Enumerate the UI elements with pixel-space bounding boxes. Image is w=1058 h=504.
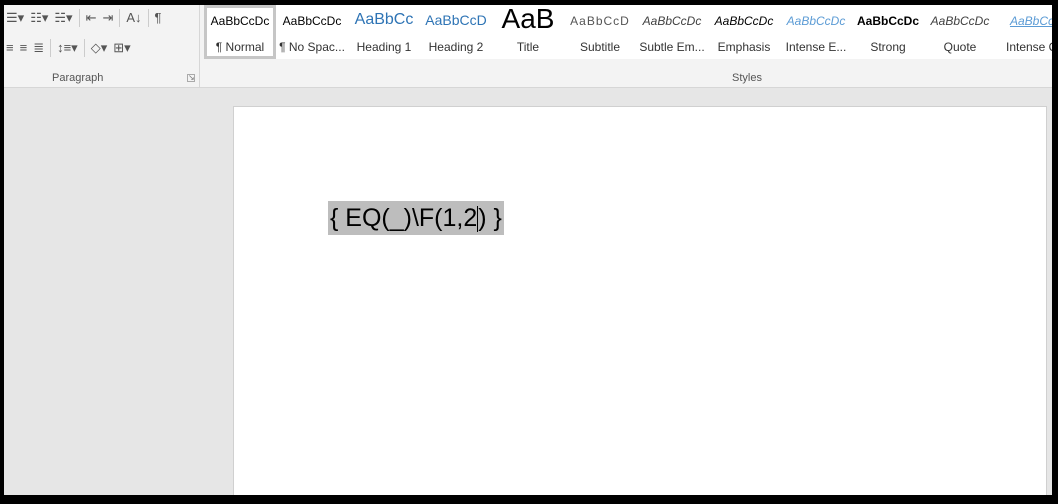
styles-group-label: Styles [732, 72, 762, 84]
style-no-spac[interactable]: AaBbCcDc ¶ No Spac... [276, 5, 348, 59]
style-preview: AaBbCc [1009, 14, 1052, 28]
field-code-text: { EQ(_)\F(1,2 [330, 204, 478, 232]
style-preview: AaBbCcDc [714, 14, 774, 28]
style-heading-2[interactable]: AaBbCcD Heading 2 [420, 5, 492, 59]
styles-gallery: AaBbCcDc ¶ Normal AaBbCcDc ¶ No Spac... AaBb… [204, 5, 1052, 59]
style-label: Strong [870, 40, 906, 54]
style-normal[interactable]: AaBbCcDc ¶ Normal [204, 5, 276, 59]
paragraph-group-label: Paragraph [52, 72, 104, 84]
justify-icon[interactable]: ≣ [33, 41, 44, 55]
style-preview: AaBbCcDc [642, 14, 702, 28]
increase-indent-icon[interactable]: ⇥ [102, 11, 113, 25]
style-emphasis[interactable]: AaBbCcDc Emphasis [708, 5, 780, 59]
style-label: ¶ No Spac... [279, 40, 345, 54]
word-window: ☰▾ ☷▾ ☵▾ ⇤ ⇥ A↓ ¶ ≡ ≡ ≣ ↕≡▾ ◇▾ ⊞▾ Paragr… [4, 5, 1052, 495]
style-heading-1[interactable]: AaBbCc Heading 1 [348, 5, 420, 59]
decrease-indent-icon[interactable]: ⇤ [86, 11, 97, 25]
align-center-icon[interactable]: ≡ [6, 41, 14, 55]
style-preview: AaBbCcD [425, 12, 487, 28]
style-label: Emphasis [717, 40, 771, 54]
style-preview: AaBbCcDc [282, 14, 342, 28]
document-page[interactable]: { EQ(_)\F(1,2) } [233, 106, 1047, 495]
numbering-icon[interactable]: ☷▾ [30, 11, 48, 25]
style-label: Intense Q [1005, 40, 1052, 54]
show-formatting-icon[interactable]: ¶ [155, 11, 162, 25]
style-preview: AaBbCcDc [930, 14, 990, 28]
line-spacing-icon[interactable]: ↕≡▾ [57, 41, 78, 55]
field-code-text-end: ) } [478, 204, 502, 232]
paragraph-group: ☰▾ ☷▾ ☵▾ ⇤ ⇥ A↓ ¶ ≡ ≡ ≣ ↕≡▾ ◇▾ ⊞▾ Paragr… [4, 5, 200, 88]
bullets-icon[interactable]: ☰▾ [6, 11, 24, 25]
divider [83, 39, 85, 57]
divider [119, 9, 121, 27]
style-preview: AaB [501, 5, 555, 34]
borders-icon[interactable]: ⊞▾ [113, 41, 130, 55]
style-intense-e[interactable]: AaBbCcDc Intense E... [780, 5, 852, 59]
style-label: Subtitle [579, 40, 621, 54]
style-label: Heading 2 [428, 40, 484, 54]
sort-icon[interactable]: A↓ [126, 11, 141, 25]
align-right-icon[interactable]: ≡ [20, 41, 28, 55]
style-label: Heading 1 [356, 40, 412, 54]
style-subtle-em[interactable]: AaBbCcDc Subtle Em... [636, 5, 708, 59]
style-intense-q[interactable]: AaBbCc Intense Q [996, 5, 1052, 59]
paragraph-dialog-launcher-icon[interactable]: ↘ [187, 74, 195, 82]
style-label: Title [516, 40, 540, 54]
divider [147, 9, 149, 27]
multilevel-list-icon[interactable]: ☵▾ [54, 11, 72, 25]
style-subtitle[interactable]: AaBbCcD Subtitle [564, 5, 636, 59]
style-preview: AaBbCcDc [786, 14, 846, 28]
style-strong[interactable]: AaBbCcDc Strong [852, 5, 924, 59]
style-quote[interactable]: AaBbCcDc Quote [924, 5, 996, 59]
ribbon: ☰▾ ☷▾ ☵▾ ⇤ ⇥ A↓ ¶ ≡ ≡ ≣ ↕≡▾ ◇▾ ⊞▾ Paragr… [4, 5, 1052, 88]
style-preview: AaBbCcDc [856, 14, 919, 28]
style-label: Intense E... [785, 40, 847, 54]
style-label: Quote [943, 40, 977, 54]
eq-field-code[interactable]: { EQ(_)\F(1,2) } [328, 201, 504, 235]
style-title[interactable]: AaB Title [492, 5, 564, 59]
divider [50, 39, 52, 57]
style-preview: AaBbCc [354, 11, 414, 28]
style-preview: AaBbCcD [570, 14, 630, 28]
style-preview: AaBbCcDc [210, 14, 270, 28]
style-label: ¶ Normal [215, 40, 265, 54]
shading-icon[interactable]: ◇▾ [91, 41, 108, 55]
divider [78, 9, 80, 27]
style-label: Subtle Em... [639, 40, 705, 54]
